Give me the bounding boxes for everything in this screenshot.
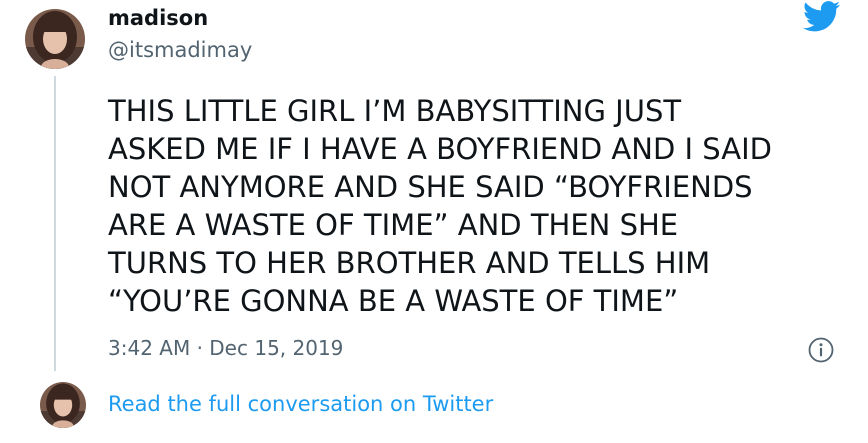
info-icon[interactable] xyxy=(808,337,834,363)
tweet-line: ASKED ME IF I HAVE A BOYFRIEND AND I SAI… xyxy=(108,132,772,166)
read-full-conversation-link[interactable]: Read the full conversation on Twitter xyxy=(108,392,493,416)
thread-line xyxy=(54,76,56,371)
tweet-timestamp[interactable]: 3:42 AM · Dec 15, 2019 xyxy=(108,336,343,360)
tweet-text: THIS LITTLE GIRL I’M BABYSITTING JUST AS… xyxy=(108,92,848,320)
tweet-line: THIS LITTLE GIRL I’M BABYSITTING JUST xyxy=(108,94,682,128)
avatar-image xyxy=(25,9,85,69)
tweet-line: NOT ANYMORE AND SHE SAID “BOYFRIENDS xyxy=(108,170,753,204)
author-display-name[interactable]: madison xyxy=(108,6,208,30)
avatar-image xyxy=(40,382,86,428)
author-avatar[interactable] xyxy=(25,9,85,69)
tweet-line: “YOU’RE GONNA BE A WASTE OF TIME” xyxy=(108,284,679,318)
tweet-line: TURNS TO HER BROTHER AND TELLS HIM xyxy=(108,246,711,280)
author-handle[interactable]: @itsmadimay xyxy=(108,38,252,62)
tweet-line: ARE A WASTE OF TIME” AND THEN SHE xyxy=(108,208,679,242)
twitter-bird-icon[interactable] xyxy=(803,1,841,32)
reply-author-avatar[interactable] xyxy=(40,382,86,428)
